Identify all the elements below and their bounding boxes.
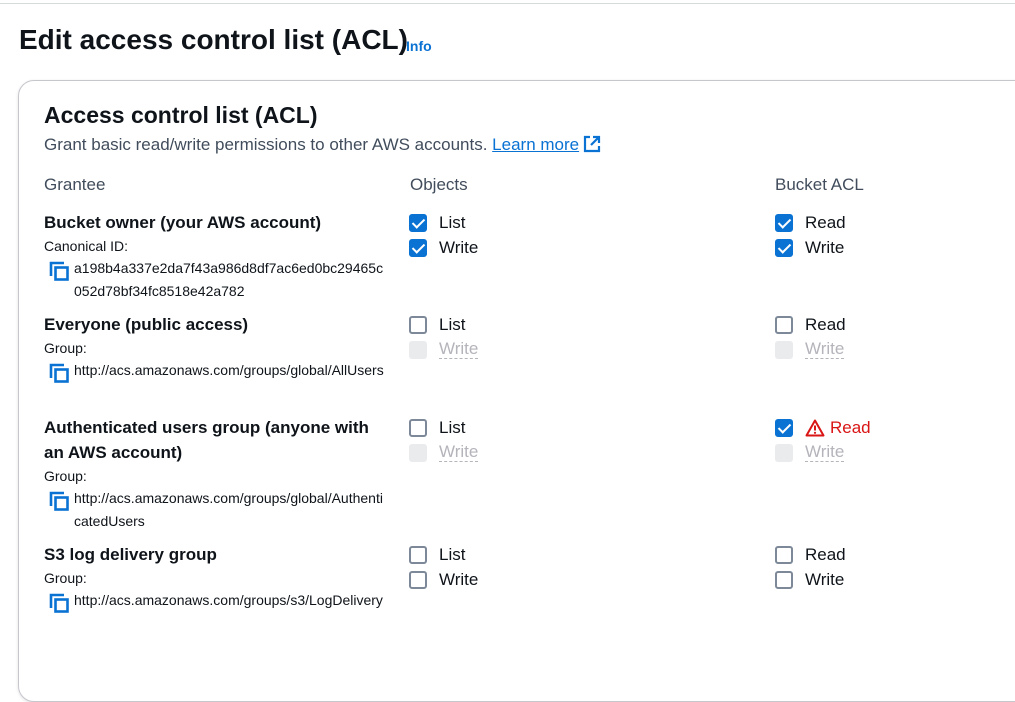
objects-write-option[interactable]: Write (409, 235, 478, 260)
bucket-acl-read-checkbox[interactable] (775, 418, 793, 437)
objects-list-checkbox[interactable] (409, 418, 427, 437)
objects-list-label: List (439, 314, 466, 334)
bucket-acl-read-label: Read (805, 544, 846, 564)
objects-list-option[interactable]: List (409, 415, 478, 440)
objects-list-label: List (439, 417, 466, 437)
objects-list-label: List (439, 212, 466, 232)
bucket-acl-write-checkbox[interactable] (775, 238, 793, 257)
bucket-acl-read-option[interactable]: Read (775, 210, 846, 235)
grantee-id-label: Group: (44, 340, 87, 356)
top-divider (0, 3, 1015, 4)
grantee-id-text: http://acs.amazonaws.com/groups/global/A… (74, 362, 384, 378)
objects-list-label: List (439, 544, 466, 564)
column-header-bucket-acl: Bucket ACL (775, 175, 864, 194)
bucket-acl-read-checkbox[interactable] (775, 545, 793, 564)
objects-write-label: Write (439, 339, 479, 359)
grantee-id-text: a198b4a337e2da7f43a986d8df7ac6ed0bc29465… (74, 260, 384, 299)
grantee-cell: Everyone (public access) Group: http://acs… (44, 312, 389, 384)
objects-list-checkbox[interactable] (409, 545, 427, 564)
bucket-acl-write-option[interactable]: Write (775, 235, 846, 260)
grantee-cell: Authenticated users group (anyone with a… (44, 415, 389, 533)
bucket-acl-read-label: Read (805, 418, 871, 438)
acl-description: Grant basic read/write permissions to ot… (44, 135, 601, 155)
grantee-id-text: http://acs.amazonaws.com/groups/s3/LogDe… (74, 592, 383, 608)
acl-description-text: Grant basic read/write permissions to ot… (44, 135, 493, 154)
bucket-acl-read-option[interactable]: Read (775, 415, 871, 440)
objects-write-checkbox (409, 340, 427, 359)
grantee-id-label: Canonical ID: (44, 238, 129, 254)
bucket-acl-write-option: Write (775, 440, 871, 465)
objects-permissions: List Write (409, 210, 478, 260)
objects-write-option: Write (409, 440, 479, 465)
page-title: Edit access control list (ACL) (19, 24, 408, 55)
bucket-acl-permissions: Read Write (775, 542, 846, 592)
bucket-acl-read-checkbox[interactable] (775, 213, 793, 232)
column-header-grantee: Grantee (44, 175, 106, 194)
objects-permissions: List Write (409, 312, 479, 362)
learn-more-link[interactable]: Learn more (492, 135, 601, 154)
bucket-acl-read-option[interactable]: Read (775, 542, 846, 567)
grantee-name: Bucket owner (your AWS account) (44, 213, 322, 232)
objects-write-option[interactable]: Write (409, 567, 478, 592)
grantee-id-label: Group: (44, 468, 87, 484)
copy-icon[interactable] (48, 260, 70, 282)
external-link-icon (584, 135, 601, 153)
objects-list-option[interactable]: List (409, 312, 478, 337)
grantee-name: Everyone (public access) (44, 315, 249, 334)
objects-list-option[interactable]: List (409, 542, 478, 567)
grantee-name: S3 log delivery group (44, 545, 217, 564)
warning-icon (805, 419, 825, 436)
objects-list-option[interactable]: List (409, 210, 478, 235)
bucket-acl-write-label: Write (805, 569, 845, 589)
objects-write-label: Write (439, 569, 479, 589)
grantee-id-label: Group: (44, 570, 87, 586)
grantee-id-value: http://acs.amazonaws.com/groups/s3/LogDe… (44, 589, 389, 614)
bucket-acl-permissions: Read Write (775, 312, 846, 362)
objects-write-checkbox[interactable] (409, 570, 427, 589)
bucket-acl-write-label: Write (805, 237, 845, 257)
objects-write-option: Write (409, 337, 479, 362)
bucket-acl-write-checkbox (775, 443, 793, 462)
bucket-acl-permissions: Read Write (775, 415, 871, 465)
copy-icon[interactable] (48, 490, 70, 512)
bucket-acl-write-checkbox (775, 340, 793, 359)
bucket-acl-read-label: Read (805, 212, 846, 232)
bucket-acl-write-option[interactable]: Write (775, 567, 846, 592)
objects-permissions: List Write (409, 542, 478, 592)
objects-write-label: Write (439, 237, 479, 257)
objects-permissions: List Write (409, 415, 479, 465)
grantee-id-text: http://acs.amazonaws.com/groups/global/A… (74, 490, 383, 529)
bucket-acl-write-label: Write (805, 339, 845, 359)
grantee-name: Authenticated users group (anyone with a… (44, 418, 369, 462)
learn-more-label[interactable]: Learn more (492, 135, 579, 154)
grantee-id-value: http://acs.amazonaws.com/groups/global/A… (44, 359, 389, 384)
bucket-acl-write-label: Write (805, 442, 845, 462)
acl-title: Access control list (ACL) (44, 102, 318, 128)
bucket-acl-write-option: Write (775, 337, 846, 362)
bucket-acl-read-label: Read (805, 314, 846, 334)
bucket-acl-write-checkbox[interactable] (775, 570, 793, 589)
grantee-id-value: http://acs.amazonaws.com/groups/global/A… (44, 487, 389, 533)
objects-write-checkbox (409, 443, 427, 462)
copy-icon[interactable] (48, 362, 70, 384)
bucket-acl-read-text: Read (830, 417, 871, 437)
column-header-objects: Objects (410, 175, 468, 194)
info-link[interactable]: Info (406, 38, 432, 54)
objects-list-checkbox[interactable] (409, 213, 427, 232)
objects-write-checkbox[interactable] (409, 238, 427, 257)
bucket-acl-read-option[interactable]: Read (775, 312, 846, 337)
grantee-cell: S3 log delivery group Group: http://acs.am… (44, 542, 389, 614)
grantee-cell: Bucket owner (your AWS account) Canonical… (44, 210, 389, 303)
objects-write-label: Write (439, 442, 479, 462)
copy-icon[interactable] (48, 592, 70, 614)
bucket-acl-read-checkbox[interactable] (775, 315, 793, 334)
bucket-acl-permissions: Read Write (775, 210, 846, 260)
objects-list-checkbox[interactable] (409, 315, 427, 334)
grantee-id-value: a198b4a337e2da7f43a986d8df7ac6ed0bc29465… (44, 257, 389, 303)
